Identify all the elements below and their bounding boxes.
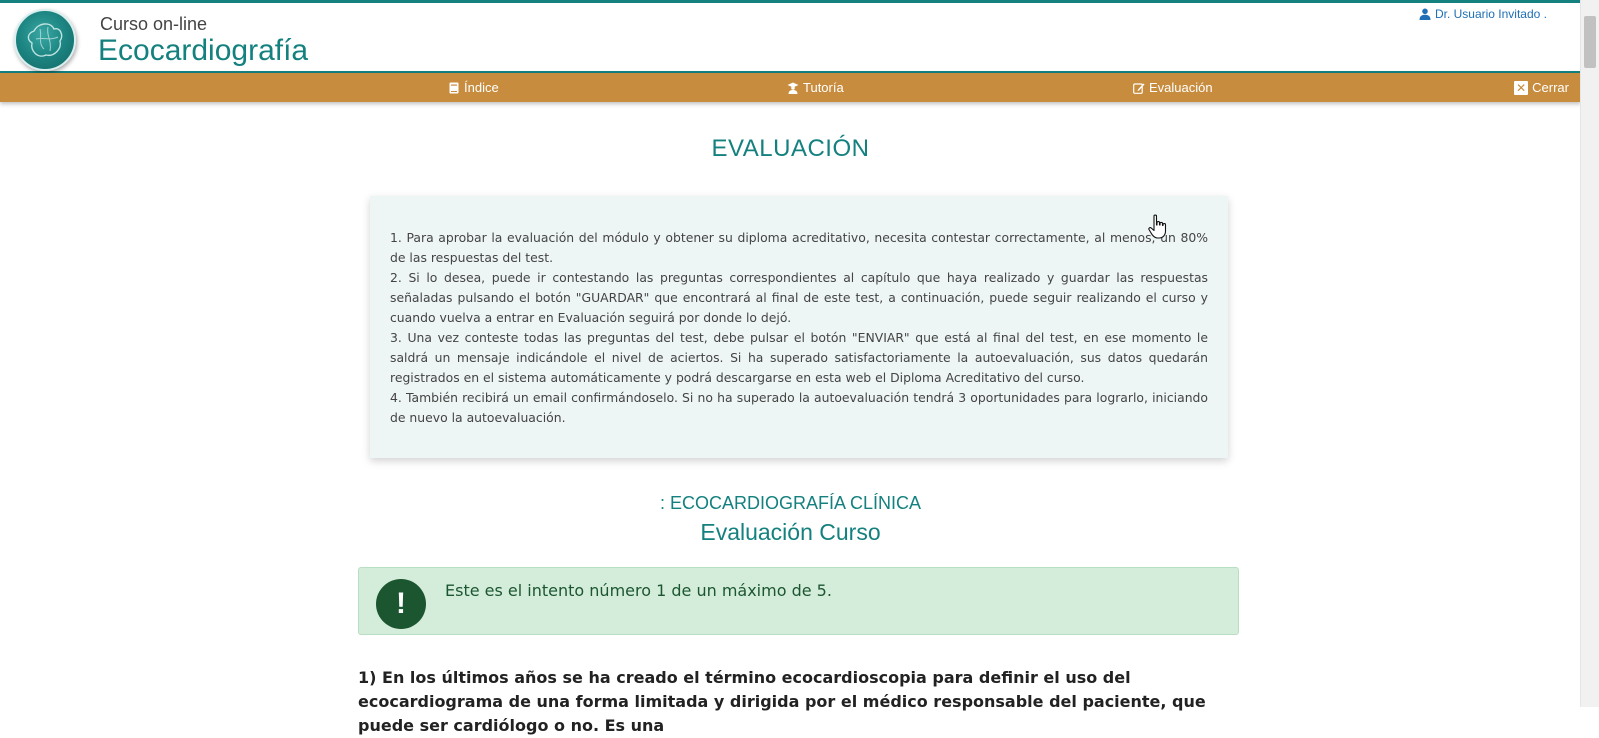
- hand-pointer-icon: [1148, 214, 1167, 239]
- teacher-icon: [787, 82, 799, 94]
- attempt-alert: ! Este es el intento número 1 de un máxi…: [358, 567, 1239, 635]
- evaluation-title: Evaluación Curso: [700, 519, 881, 545]
- nav-evaluacion[interactable]: Evaluación: [1133, 73, 1213, 102]
- book-icon: [449, 82, 459, 93]
- nav-tutoria[interactable]: Tutoría: [787, 73, 844, 102]
- alert-text: Este es el intento número 1 de un máximo…: [445, 581, 832, 600]
- scrollbar-thumb[interactable]: [1584, 16, 1596, 68]
- instruction-2: 2. Si lo desea, puede ir contestando las…: [390, 270, 1208, 325]
- nav-cerrar-label: Cerrar: [1532, 80, 1569, 95]
- close-icon: ✕: [1514, 80, 1529, 95]
- page-title: EVALUACIÓN: [711, 135, 870, 162]
- user-menu[interactable]: Dr. Usuario Invitado .: [1419, 7, 1547, 21]
- main-nav: Índice Tutoría Evaluación ✕ Cerrar: [0, 73, 1581, 102]
- nav-cerrar[interactable]: ✕ Cerrar: [1514, 73, 1569, 102]
- edit-icon: [1133, 82, 1145, 94]
- user-icon: [1419, 8, 1431, 20]
- heart-logo-icon[interactable]: [14, 9, 76, 71]
- instruction-4: 4. También recibirá un email confirmándo…: [390, 390, 1208, 425]
- instruction-3: 3. Una vez conteste todas las preguntas …: [390, 330, 1208, 385]
- site-header: Curso on-line Ecocardiografía Dr. Usuari…: [0, 3, 1581, 73]
- exclamation-icon: !: [376, 579, 426, 629]
- instruction-1: 1. Para aprobar la evaluación del módulo…: [390, 230, 1208, 265]
- nav-evaluacion-label: Evaluación: [1149, 80, 1213, 95]
- brand-title: Ecocardiografía: [98, 34, 309, 67]
- nav-indice[interactable]: Índice: [448, 73, 499, 102]
- user-name: Dr. Usuario Invitado .: [1434, 7, 1547, 21]
- vertical-scrollbar[interactable]: [1580, 0, 1599, 707]
- instructions-panel: 1. Para aprobar la evaluación del módulo…: [370, 196, 1228, 458]
- brand-subtitle: Curso on-line: [100, 14, 208, 34]
- module-title: : ECOCARDIOGRAFÍA CLÍNICA: [659, 493, 922, 513]
- nav-tutoria-label: Tutoría: [803, 80, 844, 95]
- question-1-text: 1) En los últimos años se ha creado el t…: [358, 668, 1206, 735]
- nav-indice-label: Índice: [464, 80, 499, 95]
